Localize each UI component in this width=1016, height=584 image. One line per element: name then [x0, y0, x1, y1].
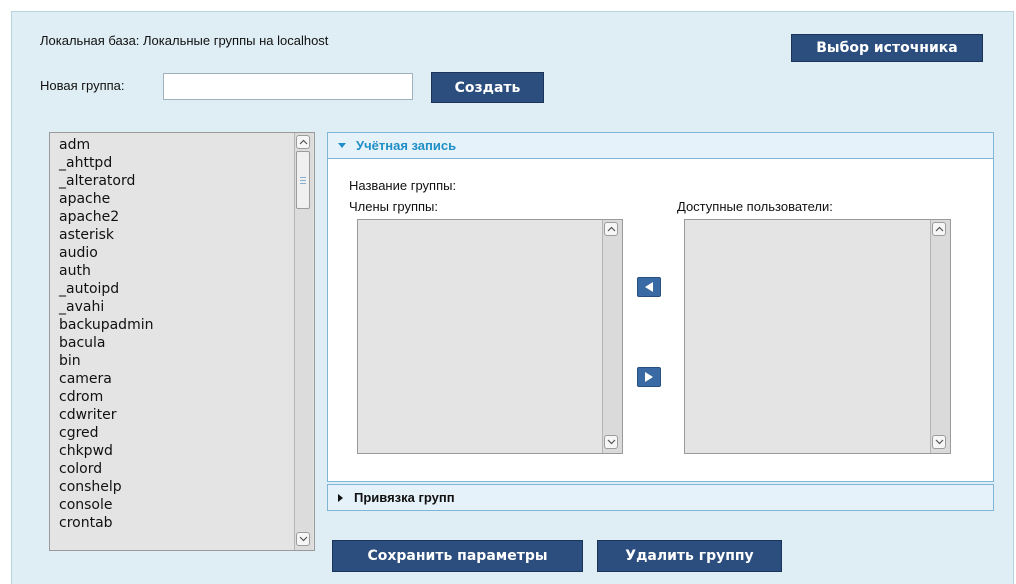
available-users-list[interactable]: [684, 219, 951, 454]
move-right-button[interactable]: [637, 367, 661, 387]
scroll-up-button[interactable]: [296, 135, 310, 149]
group-list-item[interactable]: _avahi: [59, 298, 153, 316]
group-list-item[interactable]: audio: [59, 244, 153, 262]
members-label: Члены группы:: [349, 199, 438, 214]
new-group-label: Новая группа:: [40, 78, 125, 93]
group-list-item[interactable]: asterisk: [59, 226, 153, 244]
scroll-down-button[interactable]: [932, 435, 946, 449]
group-list-item[interactable]: apache2: [59, 208, 153, 226]
group-list-item[interactable]: _ahttpd: [59, 154, 153, 172]
group-list-item[interactable]: bin: [59, 352, 153, 370]
group-binding-section-title: Привязка групп: [354, 490, 455, 505]
group-list-item[interactable]: _autoipd: [59, 280, 153, 298]
group-list-item[interactable]: cgred: [59, 424, 153, 442]
chevron-up-icon: [299, 139, 307, 145]
group-name-label: Название группы:: [349, 178, 457, 193]
group-list-item[interactable]: _alteratord: [59, 172, 153, 190]
arrow-right-icon: [645, 372, 653, 382]
create-button[interactable]: Создать: [431, 72, 544, 103]
chevron-up-icon: [935, 226, 943, 232]
scroll-down-button[interactable]: [296, 532, 310, 546]
group-list-item[interactable]: backupadmin: [59, 316, 153, 334]
chevron-down-icon: [607, 439, 615, 445]
group-list-item[interactable]: adm: [59, 136, 153, 154]
group-list-item[interactable]: cdwriter: [59, 406, 153, 424]
account-section-header[interactable]: Учётная запись: [328, 133, 993, 159]
group-list-item[interactable]: chkpwd: [59, 442, 153, 460]
account-section: Учётная запись Название группы: Члены гр…: [327, 132, 994, 511]
scroll-up-button[interactable]: [932, 222, 946, 236]
group-list-item[interactable]: camera: [59, 370, 153, 388]
arrow-left-icon: [645, 282, 653, 292]
members-list[interactable]: [357, 219, 623, 454]
groups-list[interactable]: adm _ahttpd _alteratord apache apache2 asteri…: [49, 132, 315, 551]
members-scrollbar[interactable]: [602, 220, 622, 453]
scroll-up-button[interactable]: [604, 222, 618, 236]
group-list-item[interactable]: auth: [59, 262, 153, 280]
collapse-triangle-icon: [338, 493, 343, 502]
account-section-title: Учётная запись: [356, 138, 457, 153]
chevron-down-icon: [935, 439, 943, 445]
scroll-thumb[interactable]: [296, 151, 310, 209]
group-list-item[interactable]: conshelp: [59, 478, 153, 496]
save-settings-button[interactable]: Сохранить параметры: [332, 540, 583, 572]
expand-triangle-icon: [338, 143, 346, 148]
move-left-button[interactable]: [637, 277, 661, 297]
group-list-item[interactable]: cdrom: [59, 388, 153, 406]
group-list-item[interactable]: apache: [59, 190, 153, 208]
chevron-down-icon: [299, 536, 307, 542]
group-list-item[interactable]: colord: [59, 460, 153, 478]
chevron-up-icon: [607, 226, 615, 232]
group-list-item[interactable]: console: [59, 496, 153, 514]
delete-group-button[interactable]: Удалить группу: [597, 540, 782, 572]
group-list-item[interactable]: bacula: [59, 334, 153, 352]
available-scrollbar[interactable]: [930, 220, 950, 453]
main-panel: Локальная база: Локальные группы на loca…: [11, 11, 1014, 584]
source-label: Локальная база: Локальные группы на loca…: [40, 33, 329, 48]
group-binding-section-header[interactable]: Привязка групп: [327, 484, 994, 511]
groups-list-items: adm _ahttpd _alteratord apache apache2 asteri…: [59, 136, 153, 532]
new-group-input[interactable]: [163, 73, 413, 100]
scroll-down-button[interactable]: [604, 435, 618, 449]
choose-source-button[interactable]: Выбор источника: [791, 34, 983, 62]
group-list-item[interactable]: crontab: [59, 514, 153, 532]
groups-scrollbar[interactable]: [294, 133, 313, 550]
available-users-label: Доступные пользователи:: [677, 199, 833, 214]
